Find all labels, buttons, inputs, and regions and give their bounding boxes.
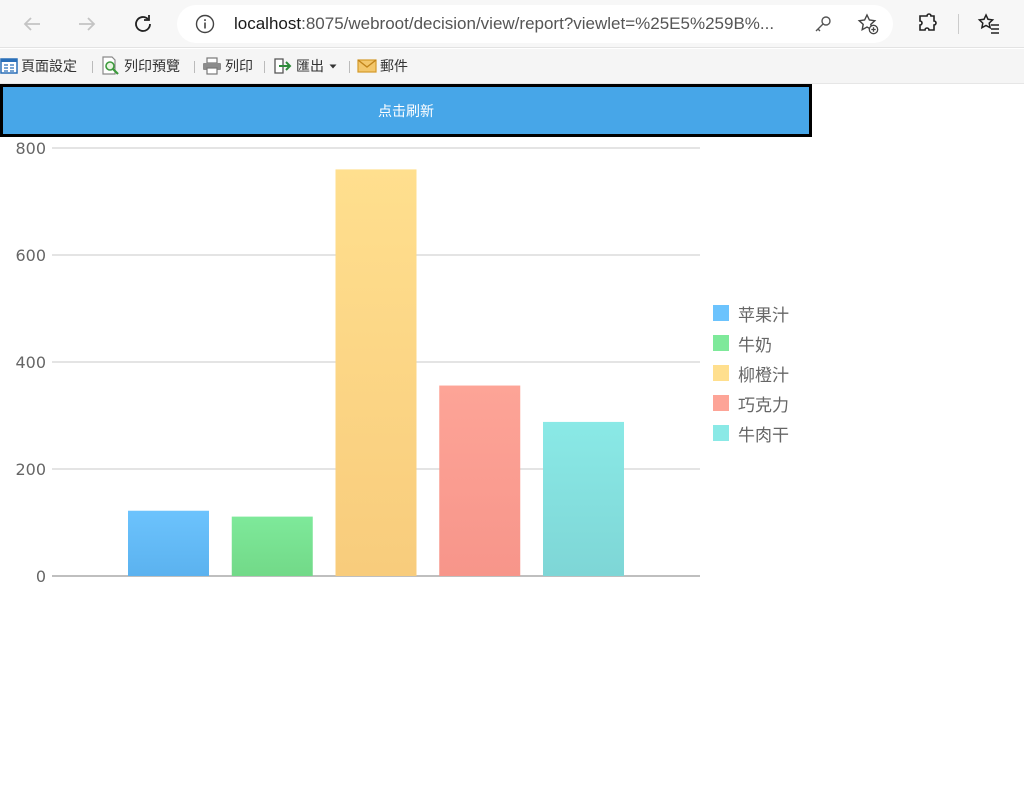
print-preview-label: 列印預覽 [124, 59, 180, 75]
url-path: :8075/webroot/decision/view/report?viewl… [301, 14, 775, 33]
toolbar-separator [194, 61, 195, 73]
print-preview-icon [102, 56, 119, 75]
report-toolbar: 頁面設定 列印預覽 列印 匯出 郵件 [0, 49, 1024, 84]
info-icon[interactable] [195, 14, 215, 34]
legend-item[interactable]: 柳橙汁 [713, 358, 789, 388]
page-setup-label: 頁面設定 [21, 59, 77, 75]
legend-swatch [713, 335, 729, 351]
bar-3[interactable] [439, 385, 521, 576]
legend-label: 巧克力 [738, 395, 789, 416]
y-axis-ticks: 0 200 400 600 800 [15, 139, 46, 586]
back-button[interactable] [16, 8, 48, 40]
legend-item[interactable]: 牛肉干 [713, 418, 789, 448]
browser-toolbar: localhost:8075/webroot/decision/view/rep… [0, 0, 1024, 48]
y-tick-label: 200 [15, 460, 46, 479]
address-bar[interactable]: localhost:8075/webroot/decision/view/rep… [177, 5, 893, 43]
bar-4[interactable] [543, 421, 624, 576]
legend-label: 牛奶 [738, 335, 772, 356]
legend-item[interactable]: 牛奶 [713, 328, 789, 358]
y-tick-label: 400 [15, 353, 46, 372]
bar-1[interactable] [231, 516, 313, 576]
print-label: 列印 [225, 59, 253, 75]
export-button[interactable]: 匯出 [273, 56, 341, 76]
forward-button[interactable] [71, 8, 103, 40]
print-button[interactable]: 列印 [202, 56, 253, 76]
add-favorite-star-icon[interactable] [856, 12, 880, 36]
toolbar-separator [349, 61, 350, 73]
extensions-puzzle-icon[interactable] [916, 12, 940, 36]
refresh-button[interactable]: 点击刷新 [0, 84, 812, 137]
refresh-button-label: 点击刷新 [378, 103, 434, 120]
forward-arrow-icon [79, 17, 96, 31]
page-setup-button[interactable]: 頁面設定 [0, 56, 77, 76]
bar-0[interactable] [128, 510, 209, 576]
email-button[interactable]: 郵件 [357, 56, 408, 76]
y-tick-label: 800 [15, 139, 46, 158]
legend-item[interactable]: 苹果汁 [713, 298, 789, 328]
bar-chart: 0 200 400 600 800 [0, 137, 820, 597]
chart-bars [128, 169, 624, 576]
url-host: localhost [234, 14, 302, 33]
print-preview-button[interactable]: 列印預覽 [101, 56, 180, 76]
export-label: 匯出 [296, 59, 324, 75]
export-icon [274, 58, 292, 74]
key-icon[interactable] [813, 14, 833, 34]
envelope-icon [357, 59, 377, 73]
legend-swatch [713, 305, 729, 321]
y-tick-label: 600 [15, 246, 46, 265]
chart-legend: 苹果汁牛奶柳橙汁巧克力牛肉干 [713, 298, 789, 448]
legend-label: 牛肉干 [738, 425, 789, 446]
favorites-icon[interactable] [977, 12, 1001, 36]
email-label: 郵件 [380, 59, 408, 75]
page-setup-icon [0, 58, 18, 74]
toolbar-separator [264, 61, 265, 73]
legend-label: 苹果汁 [738, 305, 789, 326]
reload-button[interactable] [127, 8, 159, 40]
bar-chart-svg: 0 200 400 600 800 [15, 139, 700, 586]
legend-label: 柳橙汁 [738, 365, 789, 386]
reload-icon [135, 15, 151, 32]
back-arrow-icon [23, 17, 40, 31]
bar-2[interactable] [335, 169, 417, 576]
toolbar-separator [92, 61, 93, 73]
url-text[interactable]: localhost:8075/webroot/decision/view/rep… [234, 5, 804, 43]
printer-icon [203, 57, 221, 75]
chevron-down-icon [329, 64, 337, 69]
legend-swatch [713, 425, 729, 441]
y-tick-label: 0 [36, 567, 46, 586]
toolbar-divider [958, 14, 959, 34]
legend-swatch [713, 365, 729, 381]
legend-item[interactable]: 巧克力 [713, 388, 789, 418]
legend-swatch [713, 395, 729, 411]
